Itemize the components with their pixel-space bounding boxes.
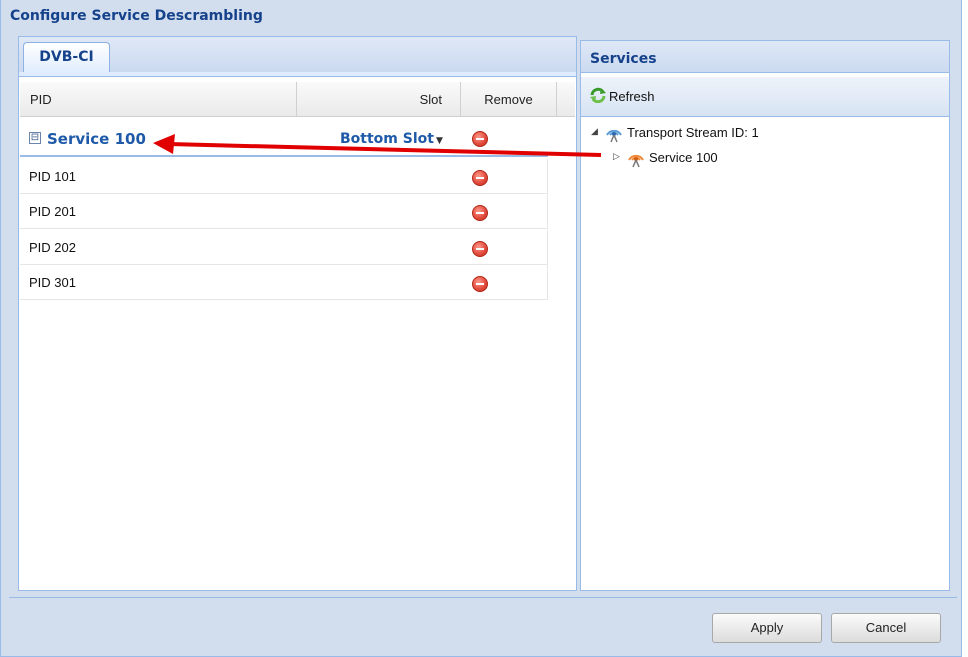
pid-row: PID 101 — [20, 159, 548, 194]
collapsed-triangle-icon[interactable]: ▷ — [613, 151, 620, 162]
remove-pid-icon[interactable] — [472, 205, 488, 221]
remove-service-icon[interactable] — [472, 131, 488, 147]
tree-label: Service 100 — [649, 150, 718, 165]
pid-row: PID 202 — [20, 230, 548, 265]
tree-label: Transport Stream ID: 1 — [627, 125, 759, 140]
broadcast-antenna-icon — [606, 129, 622, 143]
column-header-pid[interactable]: PID — [20, 82, 297, 117]
window-title: Configure Service Descrambling — [10, 8, 263, 24]
tab-underline — [19, 72, 576, 77]
grid-header: PID Slot Remove — [20, 82, 575, 117]
service-name: Service 100 — [47, 130, 146, 148]
pid-label: PID 301 — [29, 275, 76, 290]
footer-divider — [9, 597, 957, 601]
services-toolbar: Refresh — [581, 77, 949, 117]
slot-dropdown[interactable]: Bottom Slot ▼ — [340, 131, 443, 147]
tab-dvb-ci[interactable]: DVB-CI — [23, 42, 110, 74]
chevron-down-icon: ▼ — [435, 136, 443, 146]
refresh-button[interactable]: Refresh — [589, 87, 655, 107]
apply-button[interactable]: Apply — [712, 613, 822, 643]
remove-pid-icon[interactable] — [472, 276, 488, 292]
slot-dropdown-value: Bottom Slot — [340, 131, 434, 147]
refresh-label: Refresh — [609, 89, 655, 104]
expanded-triangle-icon[interactable]: ◢ — [591, 126, 598, 137]
pid-label: PID 202 — [29, 240, 76, 255]
tree-node-service[interactable]: ▷ Service 100 — [613, 148, 873, 168]
refresh-icon — [590, 87, 606, 104]
pid-label: PID 201 — [29, 204, 76, 219]
services-panel-header: Services — [581, 41, 949, 73]
tree-node-transport-stream[interactable]: ◢ Transport Stream ID: 1 — [591, 123, 891, 143]
collapse-toggle-icon[interactable]: ⊟ — [29, 132, 41, 144]
configure-service-descrambling-window: Configure Service Descrambling DVB-CI PI… — [0, 0, 962, 657]
services-panel: Services Refresh ◢ Transport Stream ID: … — [580, 40, 950, 591]
column-header-slot[interactable]: Slot — [297, 82, 461, 117]
descrambling-panel: DVB-CI PID Slot Remove ⊟ Service 100 Bot… — [18, 36, 577, 591]
cancel-button[interactable]: Cancel — [831, 613, 941, 643]
column-header-remove[interactable]: Remove — [461, 82, 557, 117]
pid-row: PID 301 — [20, 265, 548, 300]
tab-strip: DVB-CI — [19, 37, 576, 74]
remove-pid-icon[interactable] — [472, 170, 488, 186]
broadcast-antenna-icon — [628, 154, 644, 168]
service-group-row: ⊟ Service 100 Bottom Slot ▼ — [20, 121, 548, 157]
pid-row: PID 201 — [20, 194, 548, 229]
services-panel-title: Services — [590, 51, 657, 67]
remove-pid-icon[interactable] — [472, 241, 488, 257]
pid-label: PID 101 — [29, 169, 76, 184]
